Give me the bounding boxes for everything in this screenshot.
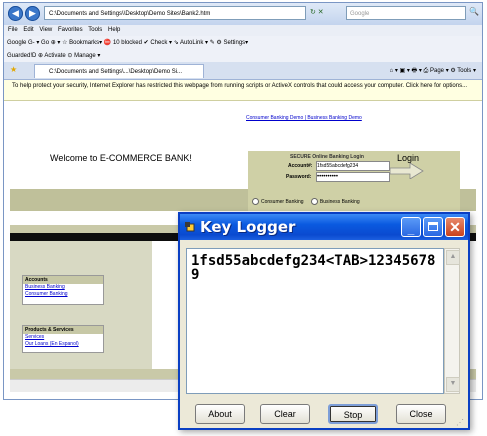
link-consumer-banking[interactable]: Consumer Banking bbox=[23, 291, 103, 298]
google-toolbar-text[interactable]: Google G- ▾ Go ⊕ ▾ ☆ Bookmarks▾ ⛔ 10 blo… bbox=[4, 40, 248, 46]
account-label: Account#: bbox=[288, 163, 313, 169]
stop-button[interactable]: Stop bbox=[328, 404, 378, 424]
guarded-id-text[interactable]: Guarded!D ⊕ Activate ⊙ Manage ▾ bbox=[4, 53, 100, 59]
log-vertical-scrollbar[interactable]: ▲ ▼ bbox=[444, 248, 460, 394]
resize-grip-icon[interactable]: ⋰ bbox=[456, 418, 464, 427]
scroll-up-icon[interactable]: ▲ bbox=[446, 250, 460, 265]
tab-current[interactable]: C:\Documents and Settings\...\Desktop\De… bbox=[34, 64, 204, 78]
demo-links[interactable]: Consumer Banking Demo | Business Banking… bbox=[246, 115, 362, 121]
guarded-id-toolbar: Guarded!D ⊕ Activate ⊙ Manage ▾ bbox=[4, 50, 482, 62]
menu-favorites[interactable]: Favorites bbox=[58, 25, 83, 36]
app-icon bbox=[185, 222, 195, 232]
search-icon[interactable]: 🔍 bbox=[469, 7, 479, 16]
maximize-icon bbox=[428, 222, 438, 231]
products-header: Products & Services bbox=[23, 326, 103, 334]
search-input[interactable]: Google bbox=[346, 6, 466, 20]
login-header: SECURE Online Banking Login bbox=[290, 154, 364, 160]
key-logger-titlebar[interactable]: Key Logger _ ✕ bbox=[180, 214, 468, 240]
login-button[interactable]: Login bbox=[397, 153, 419, 163]
radio-consumer-label: Consumer Banking bbox=[261, 198, 304, 205]
link-our-loans[interactable]: Our Loans (En Espanol) bbox=[23, 341, 103, 348]
key-logger-window: Key Logger _ ✕ 1fsd55abcdefg234<TAB>1234… bbox=[178, 212, 470, 430]
about-button[interactable]: About bbox=[195, 404, 245, 424]
menu-help[interactable]: Help bbox=[108, 25, 120, 36]
google-toolbar: Google G- ▾ Go ⊕ ▾ ☆ Bookmarks▾ ⛔ 10 blo… bbox=[4, 36, 482, 50]
account-input[interactable]: 1fsd55abcdefg234 bbox=[316, 161, 390, 171]
keystroke-log-textarea[interactable]: 1fsd55abcdefg234<TAB>123456789 bbox=[186, 248, 444, 394]
close-window-button[interactable]: ✕ bbox=[445, 217, 465, 237]
scroll-down-icon[interactable]: ▼ bbox=[446, 377, 460, 392]
security-infobar[interactable]: To help protect your security, Internet … bbox=[4, 80, 482, 101]
login-arrow-icon[interactable] bbox=[390, 163, 424, 179]
address-input[interactable]: C:\Documents and Settings\\Desktop\Demo … bbox=[44, 6, 306, 20]
forward-button[interactable]: ▶ bbox=[25, 6, 40, 21]
favorites-star-icon[interactable]: ★ bbox=[10, 65, 17, 74]
command-bar[interactable]: ⌂ ▾ ▣ ▾ 🖶 ▾ ⎙ Page ▾ ⚙ Tools ▾ bbox=[390, 65, 476, 77]
accounts-header: Accounts bbox=[23, 276, 103, 284]
accounts-box: Accounts Business Banking Consumer Banki… bbox=[22, 275, 104, 305]
menu-view[interactable]: View bbox=[39, 25, 52, 36]
refresh-icon[interactable]: ↻ ✕ bbox=[310, 8, 324, 16]
password-input[interactable]: •••••••••• bbox=[316, 172, 390, 182]
link-business-banking[interactable]: Business Banking bbox=[23, 284, 103, 291]
radio-consumer[interactable] bbox=[252, 198, 259, 205]
radio-business-label: Business Banking bbox=[319, 198, 360, 205]
back-button[interactable]: ◀ bbox=[8, 6, 23, 21]
clear-button[interactable]: Clear bbox=[260, 404, 310, 424]
tab-bar: ★ C:\Documents and Settings\...\Desktop\… bbox=[4, 62, 482, 80]
menu-edit[interactable]: Edit bbox=[23, 25, 33, 36]
link-services[interactable]: Services bbox=[23, 334, 103, 341]
menu-bar: File Edit View Favorites Tools Help bbox=[4, 25, 482, 36]
address-bar-row: ◀ ▶ C:\Documents and Settings\\Desktop\D… bbox=[4, 3, 482, 25]
password-label: Password: bbox=[286, 174, 312, 180]
close-button[interactable]: Close bbox=[396, 404, 446, 424]
maximize-button[interactable] bbox=[423, 217, 443, 237]
welcome-heading: Welcome to E-COMMERCE BANK! bbox=[50, 153, 192, 163]
menu-file[interactable]: File bbox=[8, 25, 18, 36]
minimize-button[interactable]: _ bbox=[401, 217, 421, 237]
radio-business[interactable] bbox=[310, 198, 318, 205]
products-box: Products & Services Services Our Loans (… bbox=[22, 325, 104, 353]
key-logger-title: Key Logger bbox=[200, 218, 296, 236]
menu-tools[interactable]: Tools bbox=[88, 25, 102, 36]
banking-type-radios: Consumer Banking Business Banking bbox=[246, 198, 360, 205]
